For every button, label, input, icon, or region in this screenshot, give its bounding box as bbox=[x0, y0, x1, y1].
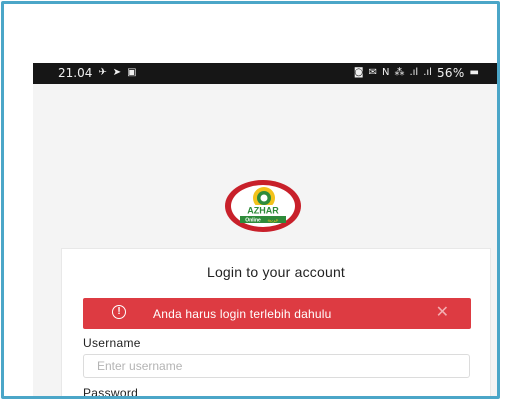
logo-arabic: عربية bbox=[267, 218, 278, 224]
logo-wordmark: AZHAR bbox=[247, 206, 279, 216]
battery-icon: ▬ bbox=[469, 67, 479, 78]
alert-message: Anda harus login terlebih dahulu bbox=[153, 307, 332, 321]
screenshot-frame: 21.04 ✈ ➤ ▣ ◙ ✉ N ⁂ .ıl .ıl 56% ▬ AZHAR … bbox=[1, 1, 500, 399]
error-alert: ! Anda harus login terlebih dahulu ✕ bbox=[83, 298, 471, 329]
hotspot-icon: ⁂ bbox=[394, 67, 405, 78]
camera-icon: ◙ bbox=[353, 67, 364, 78]
phone-screen: 21.04 ✈ ➤ ▣ ◙ ✉ N ⁂ .ıl .ıl 56% ▬ AZHAR … bbox=[33, 63, 497, 399]
login-card: Login to your account ! Anda harus login… bbox=[61, 248, 491, 399]
close-icon[interactable]: ✕ bbox=[436, 304, 449, 322]
mail-icon: ✉ bbox=[368, 67, 377, 78]
login-title: Login to your account bbox=[206, 264, 346, 280]
signal-icon: .ıl bbox=[409, 67, 419, 78]
app-logo: AZHAR Online عربية bbox=[223, 178, 303, 234]
plane-icon: ✈ bbox=[98, 67, 107, 78]
status-time: 21.04 bbox=[58, 66, 93, 80]
signal-icon-2: .ıl bbox=[423, 67, 432, 78]
info-icon: ! bbox=[112, 305, 126, 319]
status-bar-right: ◙ ✉ N ⁂ .ıl .ıl 56% ▬ bbox=[354, 66, 479, 80]
battery-level: 56% bbox=[436, 66, 465, 80]
logo-sub: Online bbox=[245, 218, 261, 224]
telegram-icon: ➤ bbox=[112, 67, 122, 78]
status-bar-left: 21.04 ✈ ➤ ▣ bbox=[58, 66, 137, 80]
nfc-icon: N bbox=[381, 67, 390, 78]
password-label: Password bbox=[83, 386, 139, 399]
message-icon: ▣ bbox=[127, 67, 137, 78]
username-input[interactable] bbox=[83, 354, 470, 378]
username-label: Username bbox=[83, 336, 141, 350]
status-bar: 21.04 ✈ ➤ ▣ ◙ ✉ N ⁂ .ıl .ıl 56% ▬ bbox=[33, 63, 497, 84]
